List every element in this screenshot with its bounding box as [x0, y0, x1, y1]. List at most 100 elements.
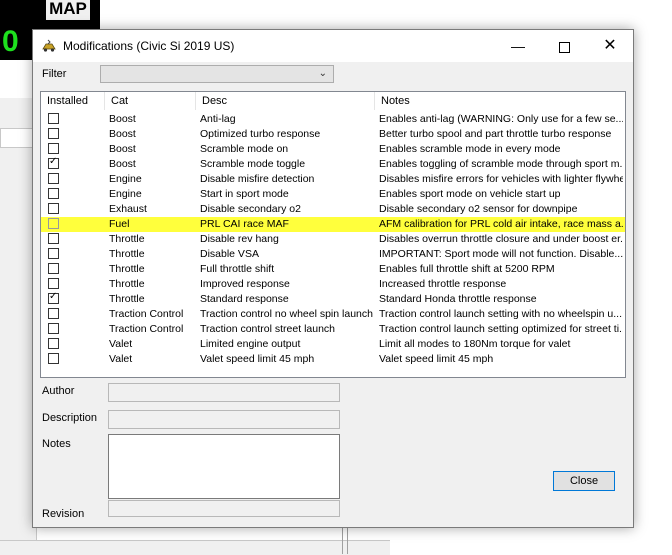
- close-window-button[interactable]: ✕: [587, 30, 633, 62]
- list-item[interactable]: Engine Disable misfire detection Disables …: [41, 172, 625, 187]
- background-map-label: MAP: [46, 0, 90, 20]
- list-item-desc: Traction control no wheel spin launch: [200, 308, 373, 320]
- filter-label: Filter: [42, 68, 67, 80]
- revision-label: Revision: [42, 508, 85, 520]
- column-header-cat[interactable]: Cat: [105, 92, 196, 110]
- list-item[interactable]: Traction Control Traction control street …: [41, 322, 625, 337]
- notes-field[interactable]: [108, 434, 340, 499]
- list-item-desc: PRL CAI race MAF: [200, 218, 289, 230]
- installed-checkbox[interactable]: [48, 278, 59, 289]
- list-item-notes: Enables anti-lag (WARNING: Only use for …: [379, 113, 623, 125]
- author-field[interactable]: [108, 383, 340, 402]
- list-item-notes: IMPORTANT: Sport mode will not function.…: [379, 248, 623, 260]
- list-rows: Boost Anti-lag Enables anti-lag (WARNING: …: [41, 112, 625, 367]
- list-item-cat: Traction Control: [109, 323, 184, 335]
- list-item[interactable]: Throttle Standard response Standard Honda …: [41, 291, 625, 307]
- installed-checkbox[interactable]: [48, 248, 59, 259]
- background-splitter[interactable]: [342, 528, 348, 554]
- list-item-desc: Disable secondary o2: [200, 203, 301, 215]
- list-item-desc: Valet speed limit 45 mph: [200, 353, 315, 365]
- list-item-cat: Boost: [109, 113, 136, 125]
- installed-checkbox[interactable]: [48, 323, 59, 334]
- close-button[interactable]: Close: [553, 471, 615, 491]
- list-item[interactable]: Boost Optimized turbo response Better turb…: [41, 127, 625, 142]
- installed-checkbox[interactable]: [48, 263, 59, 274]
- list-item-cat: Fuel: [109, 218, 130, 230]
- installed-checkbox[interactable]: [48, 291, 59, 304]
- list-item-notes: Enables toggling of scramble mode throug…: [379, 158, 623, 170]
- list-item-notes: Standard Honda throttle response: [379, 293, 537, 305]
- list-item-notes: Enables sport mode on vehicle start up: [379, 188, 561, 200]
- list-item-cat: Throttle: [109, 248, 145, 260]
- list-item-cat: Boost: [109, 128, 136, 140]
- list-item-desc: Traction control street launch: [200, 323, 336, 335]
- list-item-cat: Valet: [109, 338, 133, 350]
- installed-checkbox[interactable]: [48, 233, 59, 244]
- column-header-desc[interactable]: Desc: [196, 92, 375, 110]
- modifications-dialog: Modifications (Civic Si 2019 US) — ✕ Fil…: [32, 29, 634, 528]
- column-header-notes[interactable]: Notes: [375, 92, 625, 110]
- notes-label: Notes: [42, 438, 71, 450]
- installed-checkbox[interactable]: [48, 353, 59, 364]
- minimize-button[interactable]: —: [495, 30, 541, 62]
- modifications-list[interactable]: Installed Cat Desc Notes Boost Anti-lag En…: [40, 91, 626, 378]
- list-item[interactable]: Throttle Disable VSA IMPORTANT: Sport mode…: [41, 247, 625, 262]
- list-item-desc: Scramble mode toggle: [200, 158, 306, 170]
- list-item[interactable]: Fuel PRL CAI race MAF AFM calibration for …: [41, 217, 625, 232]
- list-item-notes: Limit all modes to 180Nm torque for vale…: [379, 338, 571, 350]
- list-item[interactable]: Traction Control Traction control no whee…: [41, 307, 625, 322]
- list-item-cat: Traction Control: [109, 308, 184, 320]
- list-item-cat: Throttle: [109, 233, 145, 245]
- list-item-desc: Disable misfire detection: [200, 173, 315, 185]
- list-item-notes: Disables overrun throttle closure and un…: [379, 233, 623, 245]
- list-item-desc: Limited engine output: [200, 338, 301, 350]
- installed-checkbox[interactable]: [48, 173, 59, 184]
- list-item[interactable]: Engine Start in sport mode Enables sport m…: [41, 187, 625, 202]
- list-item-desc: Anti-lag: [200, 113, 236, 125]
- list-item-cat: Engine: [109, 188, 142, 200]
- list-item[interactable]: Exhaust Disable secondary o2 Disable secon…: [41, 202, 625, 217]
- list-item-desc: Scramble mode on: [200, 143, 289, 155]
- list-item-notes: Disable secondary o2 sensor for downpipe: [379, 203, 578, 215]
- installed-checkbox[interactable]: [48, 113, 59, 124]
- car-tuning-icon: [42, 39, 56, 52]
- list-item[interactable]: Valet Valet speed limit 45 mph Valet speed…: [41, 352, 625, 367]
- installed-checkbox[interactable]: [48, 218, 59, 229]
- list-item[interactable]: Boost Scramble mode on Enables scramble mo…: [41, 142, 625, 157]
- installed-checkbox[interactable]: [48, 156, 59, 169]
- list-item-notes: Traction control launch setting optimize…: [379, 323, 623, 335]
- description-field[interactable]: [108, 410, 340, 429]
- list-item-cat: Throttle: [109, 293, 145, 305]
- list-item-desc: Optimized turbo response: [200, 128, 321, 140]
- maximize-icon: [558, 41, 570, 53]
- installed-checkbox[interactable]: [48, 338, 59, 349]
- installed-checkbox[interactable]: [48, 308, 59, 319]
- installed-checkbox[interactable]: [48, 203, 59, 214]
- list-item[interactable]: Boost Anti-lag Enables anti-lag (WARNING: …: [41, 112, 625, 127]
- revision-field[interactable]: [108, 500, 340, 517]
- list-item-notes: AFM calibration for PRL cold air intake,…: [379, 218, 623, 230]
- list-item-desc: Full throttle shift: [200, 263, 275, 275]
- list-item-notes: Enables full throttle shift at 5200 RPM: [379, 263, 555, 275]
- chevron-down-icon: ⌄: [318, 68, 327, 79]
- list-item-desc: Disable VSA: [200, 248, 259, 260]
- installed-checkbox[interactable]: [48, 143, 59, 154]
- list-item[interactable]: Throttle Full throttle shift Enables full …: [41, 262, 625, 277]
- column-header-installed[interactable]: Installed: [41, 92, 105, 110]
- list-item-cat: Throttle: [109, 263, 145, 275]
- list-item[interactable]: Throttle Improved response Increased throt…: [41, 277, 625, 292]
- list-item-notes: Enables scramble mode in every mode: [379, 143, 561, 155]
- list-item-desc: Start in sport mode: [200, 188, 289, 200]
- maximize-button[interactable]: [541, 30, 587, 62]
- dialog-title: Modifications (Civic Si 2019 US): [63, 39, 235, 53]
- list-item[interactable]: Valet Limited engine output Limit all mode…: [41, 337, 625, 352]
- list-item-cat: Exhaust: [109, 203, 147, 215]
- list-item[interactable]: Boost Scramble mode toggle Enables togglin…: [41, 156, 625, 172]
- list-item-cat: Throttle: [109, 278, 145, 290]
- list-item[interactable]: Throttle Disable rev hang Disables overrun…: [41, 232, 625, 247]
- dialog-titlebar[interactable]: Modifications (Civic Si 2019 US) — ✕: [33, 30, 633, 62]
- filter-dropdown[interactable]: ⌄: [100, 65, 334, 83]
- installed-checkbox[interactable]: [48, 128, 59, 139]
- installed-checkbox[interactable]: [48, 188, 59, 199]
- list-item-desc: Standard response: [200, 293, 289, 305]
